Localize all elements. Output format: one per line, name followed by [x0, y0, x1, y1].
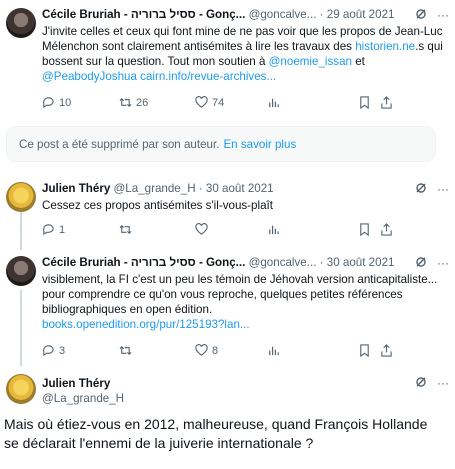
like-button[interactable]: 74	[195, 96, 224, 109]
tweet-text: Cessez ces propos antisémites s'il-vous-…	[42, 199, 273, 212]
link-cairn[interactable]: cairn.info/revue-archives...	[140, 70, 276, 83]
header-icons: ···	[415, 256, 449, 271]
bookmark-button[interactable]	[358, 223, 371, 236]
grok-icon[interactable]	[415, 182, 427, 197]
avatar[interactable]	[6, 182, 36, 212]
like-button[interactable]	[195, 223, 208, 236]
author-name[interactable]: Julien Théry	[42, 182, 110, 195]
tweet-header: Cécile Bruriah - ססיל ברוריה - Gonç... @…	[42, 8, 395, 21]
share-icon	[381, 223, 392, 236]
tweet-1[interactable]: Cécile Bruriah - ססיל ברוריה - Gonç... @…	[0, 0, 455, 120]
avatar[interactable]	[6, 256, 36, 286]
retweet-button[interactable]	[119, 223, 132, 236]
focus-tweet-text: Mais où étiez-vous en 2012, malheureuse,…	[4, 416, 428, 451]
share-icon	[381, 96, 392, 109]
bookmark-icon	[360, 344, 369, 357]
bookmark-button[interactable]	[358, 344, 371, 357]
views-button[interactable]	[267, 223, 280, 236]
share-button[interactable]	[380, 223, 393, 236]
share-button[interactable]	[380, 96, 393, 109]
retweet-icon	[119, 97, 132, 108]
reply-count: 1	[59, 223, 66, 236]
tweet-text: J'invite celles et ceux qui font mine de…	[42, 25, 443, 83]
tweet-actions: 3 8	[42, 344, 445, 360]
views-icon	[269, 346, 279, 356]
grok-icon[interactable]	[415, 256, 427, 271]
bookmark-icon	[360, 96, 369, 109]
like-button[interactable]: 8	[195, 344, 218, 357]
author-name[interactable]: Cécile Bruriah - ססיל ברוריה - Gonç...	[42, 8, 245, 21]
tweet-header: Cécile Bruriah - ססיל ברוריה - Gonç... @…	[42, 256, 395, 269]
retweet-button[interactable]: 26	[119, 96, 148, 109]
views-button[interactable]	[267, 344, 280, 357]
tweet-date[interactable]: 30 août 2021	[327, 256, 395, 269]
like-icon	[195, 223, 208, 235]
bookmark-button[interactable]	[358, 96, 371, 109]
mention-noemie[interactable]: @noemie_issan	[269, 55, 352, 68]
bookmark-icon	[360, 223, 369, 236]
reply-icon	[43, 224, 54, 236]
reply-button[interactable]: 3	[42, 344, 65, 357]
link-openedition[interactable]: books.openedition.org/pur/125193?lan...	[42, 318, 250, 331]
focus-header: Julien Théry @La_grande_H	[42, 376, 124, 406]
author-handle[interactable]: @goncalve...	[249, 256, 317, 269]
tweet-actions: 10 26 74	[42, 96, 445, 112]
views-button[interactable]	[267, 96, 280, 109]
reply-count: 3	[59, 344, 66, 357]
retweet-icon	[119, 345, 132, 356]
link-historien[interactable]: historien.ne	[355, 40, 415, 53]
deleted-post-notice: Ce post a été supprimé par son auteur. En…	[6, 126, 436, 162]
author-handle[interactable]: @goncalve...	[249, 8, 317, 21]
header-icons: ···	[415, 182, 449, 197]
retweet-icon	[119, 224, 132, 235]
tweet-2[interactable]: Julien Théry @La_grande_H · 30 août 2021…	[0, 176, 455, 246]
header-icons: ···	[415, 376, 449, 391]
learn-more-link[interactable]: En savoir plus	[223, 138, 296, 151]
reply-count: 10	[59, 96, 72, 109]
tweet-header: Julien Théry @La_grande_H · 30 août 2021	[42, 182, 274, 195]
like-icon	[195, 344, 208, 356]
more-icon[interactable]: ···	[437, 8, 449, 23]
reply-button[interactable]: 1	[42, 223, 65, 236]
tweet-thread: Cécile Bruriah - ססיל ברוריה - Gonç... @…	[0, 0, 455, 469]
tweet-date[interactable]: 30 août 2021	[206, 182, 274, 195]
author-handle[interactable]: @La_grande_H	[42, 391, 124, 406]
author-name[interactable]: Cécile Bruriah - ססיל ברוריה - Gonç...	[42, 256, 245, 269]
views-icon	[269, 98, 279, 108]
author-name[interactable]: Julien Théry	[42, 376, 124, 391]
like-count: 74	[212, 96, 225, 109]
reply-button[interactable]: 10	[42, 96, 71, 109]
mention-peabody[interactable]: @PeabodyJoshua	[42, 70, 137, 83]
share-icon	[381, 344, 392, 357]
tweet-actions: 1	[42, 223, 445, 239]
more-icon[interactable]: ···	[437, 182, 449, 197]
views-icon	[269, 225, 279, 235]
like-count: 8	[212, 344, 219, 357]
like-icon	[195, 96, 208, 108]
retweet-count: 26	[136, 96, 149, 109]
deleted-text: Ce post a été supprimé par son auteur.	[19, 138, 220, 151]
avatar[interactable]	[6, 374, 36, 404]
author-handle[interactable]: @La_grande_H	[114, 182, 196, 195]
reply-icon	[43, 345, 54, 357]
retweet-button[interactable]	[119, 344, 132, 357]
grok-icon[interactable]	[415, 8, 427, 23]
tweet-text: visiblement, la FI c'est un peu les témo…	[42, 273, 438, 331]
tweet-date[interactable]: 29 août 2021	[327, 8, 395, 21]
header-icons: ···	[415, 8, 449, 23]
share-button[interactable]	[380, 344, 393, 357]
tweet-3[interactable]: Cécile Bruriah - ססיל ברוריה - Gonç... @…	[0, 250, 455, 365]
grok-icon[interactable]	[415, 376, 427, 391]
more-icon[interactable]: ···	[437, 376, 449, 391]
reply-icon	[43, 97, 54, 109]
more-icon[interactable]: ···	[437, 256, 449, 271]
avatar[interactable]	[6, 8, 36, 38]
